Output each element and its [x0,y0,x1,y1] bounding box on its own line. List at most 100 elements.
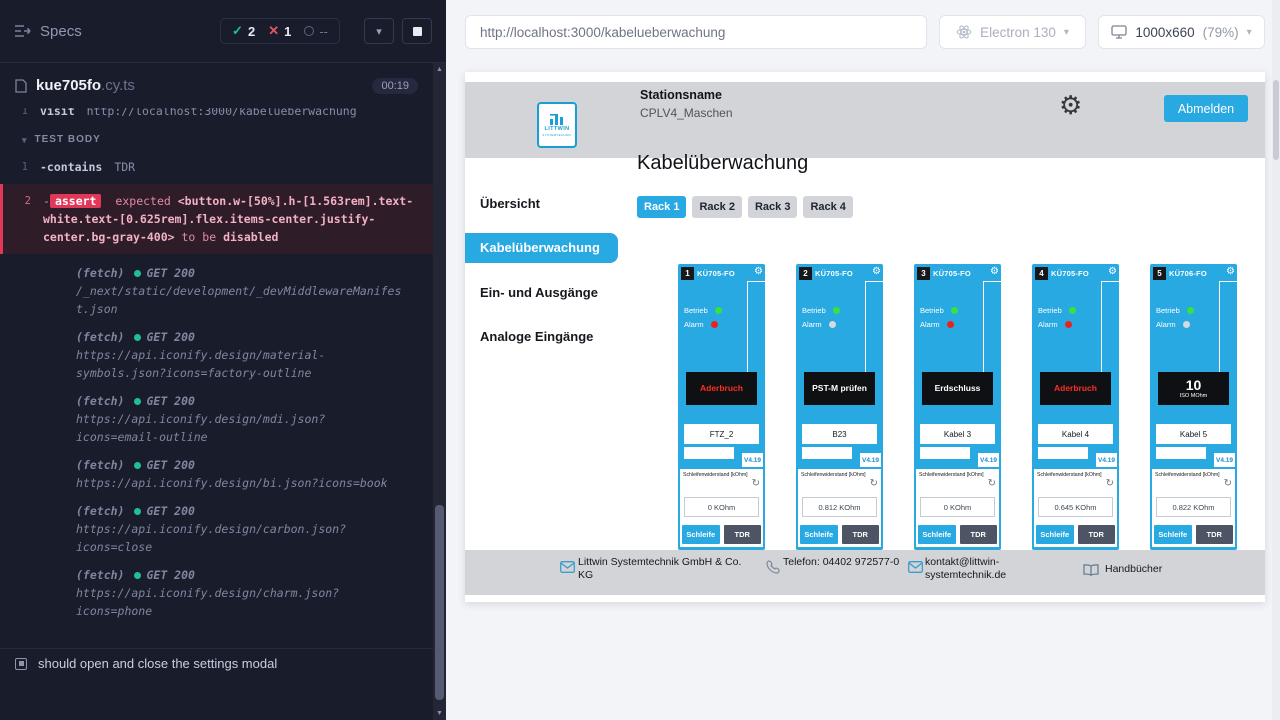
divider [1038,447,1088,459]
card-model-label: KÜ706-FO [1169,269,1207,278]
refresh-icon[interactable]: ↻ [752,478,760,489]
command-number [0,456,40,492]
betrieb-led [1187,307,1194,314]
network-log-row[interactable]: (fetch)GET 200 https://api.iconify.desig… [0,566,433,620]
network-log-row[interactable]: (fetch)GET 200 https://api.iconify.desig… [0,392,433,446]
stop-run-button[interactable] [402,18,432,44]
card-gear-icon[interactable]: ⚙ [1108,265,1117,279]
sidebar-item-kabelueberwachung[interactable]: Kabelüberwachung [465,233,618,263]
collapse-runs-button[interactable]: ▾ [364,18,394,44]
viewport-selector[interactable]: 1000x660 (79%) ▾ [1098,15,1265,49]
alarm-led [711,321,718,328]
card-gear-icon[interactable]: ⚙ [872,265,881,279]
test-body-section-toggle[interactable]: ▾ TEST BODY [0,122,433,156]
viewport-icon [1111,25,1127,39]
status-display: Aderbruch [686,372,757,405]
sidebar-item-ein-und-ausgaenge[interactable]: Ein- und Ausgänge [480,285,598,300]
schleife-button[interactable]: Schleife [682,525,720,544]
scrollbar-thumb[interactable] [435,505,444,700]
divider [1101,281,1119,282]
sidebar-item-uebersicht[interactable]: Übersicht [480,196,540,211]
refresh-icon[interactable]: ↻ [870,478,878,489]
refresh-icon[interactable]: ↻ [988,478,996,489]
refresh-icon[interactable]: ↻ [1224,478,1232,489]
url-input[interactable] [465,15,927,49]
status-subtext: ISO MOhm [1180,393,1208,399]
electron-icon [956,24,972,40]
alarm-label: Alarm [1156,320,1176,329]
email-address[interactable]: kontakt@littwin-systemtechnik.de [925,556,1017,582]
cable-name: Kabel 4 [1038,424,1113,444]
command-row-visit[interactable]: 1 visit http://localhost:3000/kabelueber… [0,108,433,122]
next-test-row[interactable]: should open and close the settings modal [0,648,433,678]
viewport-size: 1000x660 [1135,25,1194,40]
fetch-entry: (fetch)GET 200 https://api.iconify.desig… [40,392,433,446]
measurement-label: Schleifenwiderstand [kOhm] [801,472,866,478]
card-gear-icon[interactable]: ⚙ [754,265,763,279]
divider [865,281,866,372]
chevron-down-icon: ▾ [1064,27,1069,38]
chevron-down-icon: ▾ [376,25,382,38]
settings-gear-icon[interactable]: ⚙ [1059,91,1082,119]
network-log-row[interactable]: (fetch)GET 200 https://api.iconify.desig… [0,456,433,492]
logo-subtext: SYSTEMTECHNIK [542,133,571,137]
fetch-url: https://api.iconify.design/carbon.json?i… [76,520,407,556]
resistance-value: 0 KOhm [920,497,995,517]
command-arg: http://localhost:3000/kabelueberwachung [87,108,357,120]
alarm-label: Alarm [802,320,822,329]
tdr-button[interactable]: TDR [1078,525,1116,544]
tdr-button[interactable]: TDR [1196,525,1234,544]
page-scrollbar[interactable] [1272,0,1280,720]
tdr-button[interactable]: TDR [960,525,998,544]
tab-rack-2[interactable]: Rack 2 [692,196,741,218]
browser-selector[interactable]: Electron 130 ▾ [939,15,1086,49]
network-log-row[interactable]: (fetch)GET 200 /_next/static/development… [0,264,433,318]
test-body-label: TEST BODY [35,131,101,149]
success-dot-icon [134,398,141,405]
failed-assert-row[interactable]: 2 -assert expected <button.w-[50%].h-[1.… [0,184,433,254]
littwin-logo: LITTWIN SYSTEMTECHNIK [537,102,577,148]
divider [802,447,852,459]
command-name: -contains [40,158,102,176]
reporter-scrollbar[interactable]: ▲ ▼ [433,63,446,720]
measurement-label: Schleifenwiderstand [kOhm] [1155,472,1220,478]
command-row-contains[interactable]: 1 -contains TDR [0,156,433,178]
scroll-down-icon[interactable]: ▼ [433,710,446,717]
specs-menu-button[interactable]: Specs [14,23,82,40]
firmware-version-badge: V4.19 [742,453,763,467]
manuals-link[interactable]: Handbücher [1105,563,1162,576]
mail-icon [908,561,923,573]
status-text: Erdschluss [935,383,981,393]
logout-button[interactable]: Abmelden [1164,95,1248,122]
betrieb-indicator: Betrieb [684,306,722,315]
scrollbar-thumb[interactable] [1273,80,1279,160]
network-log-row[interactable]: (fetch)GET 200 https://api.iconify.desig… [0,328,433,382]
card-gear-icon[interactable]: ⚙ [990,265,999,279]
divider [684,447,734,459]
schleife-button[interactable]: Schleife [918,525,956,544]
specs-list-icon [14,24,31,38]
sidebar-item-analoge-eingaenge[interactable]: Analoge Eingänge [480,329,593,344]
alarm-label: Alarm [920,320,940,329]
spec-timer-badge: 00:19 [372,78,418,94]
network-log-row[interactable]: (fetch)GET 200 https://api.iconify.desig… [0,502,433,556]
tdr-button[interactable]: TDR [724,525,762,544]
schleife-button[interactable]: Schleife [800,525,838,544]
tab-rack-1[interactable]: Rack 1 [637,196,686,218]
tdr-button[interactable]: TDR [842,525,880,544]
tab-rack-4[interactable]: Rack 4 [803,196,852,218]
refresh-icon[interactable]: ↻ [1106,478,1114,489]
chevron-down-icon: ▾ [22,131,28,149]
schleife-button[interactable]: Schleife [1036,525,1074,544]
firmware-version-badge: V4.19 [1096,453,1117,467]
pending-count: -- [319,24,328,39]
card-gear-icon[interactable]: ⚙ [1226,265,1235,279]
schleife-button[interactable]: Schleife [1154,525,1192,544]
card-number-badge: 4 [1035,267,1048,280]
spec-file-row[interactable]: kue705fo.cy.ts 00:19 [0,63,433,108]
tab-rack-3[interactable]: Rack 3 [748,196,797,218]
divider [983,281,1001,282]
card-number-badge: 5 [1153,267,1166,280]
passed-count: 2 [248,24,255,39]
scroll-up-icon[interactable]: ▲ [433,66,446,73]
